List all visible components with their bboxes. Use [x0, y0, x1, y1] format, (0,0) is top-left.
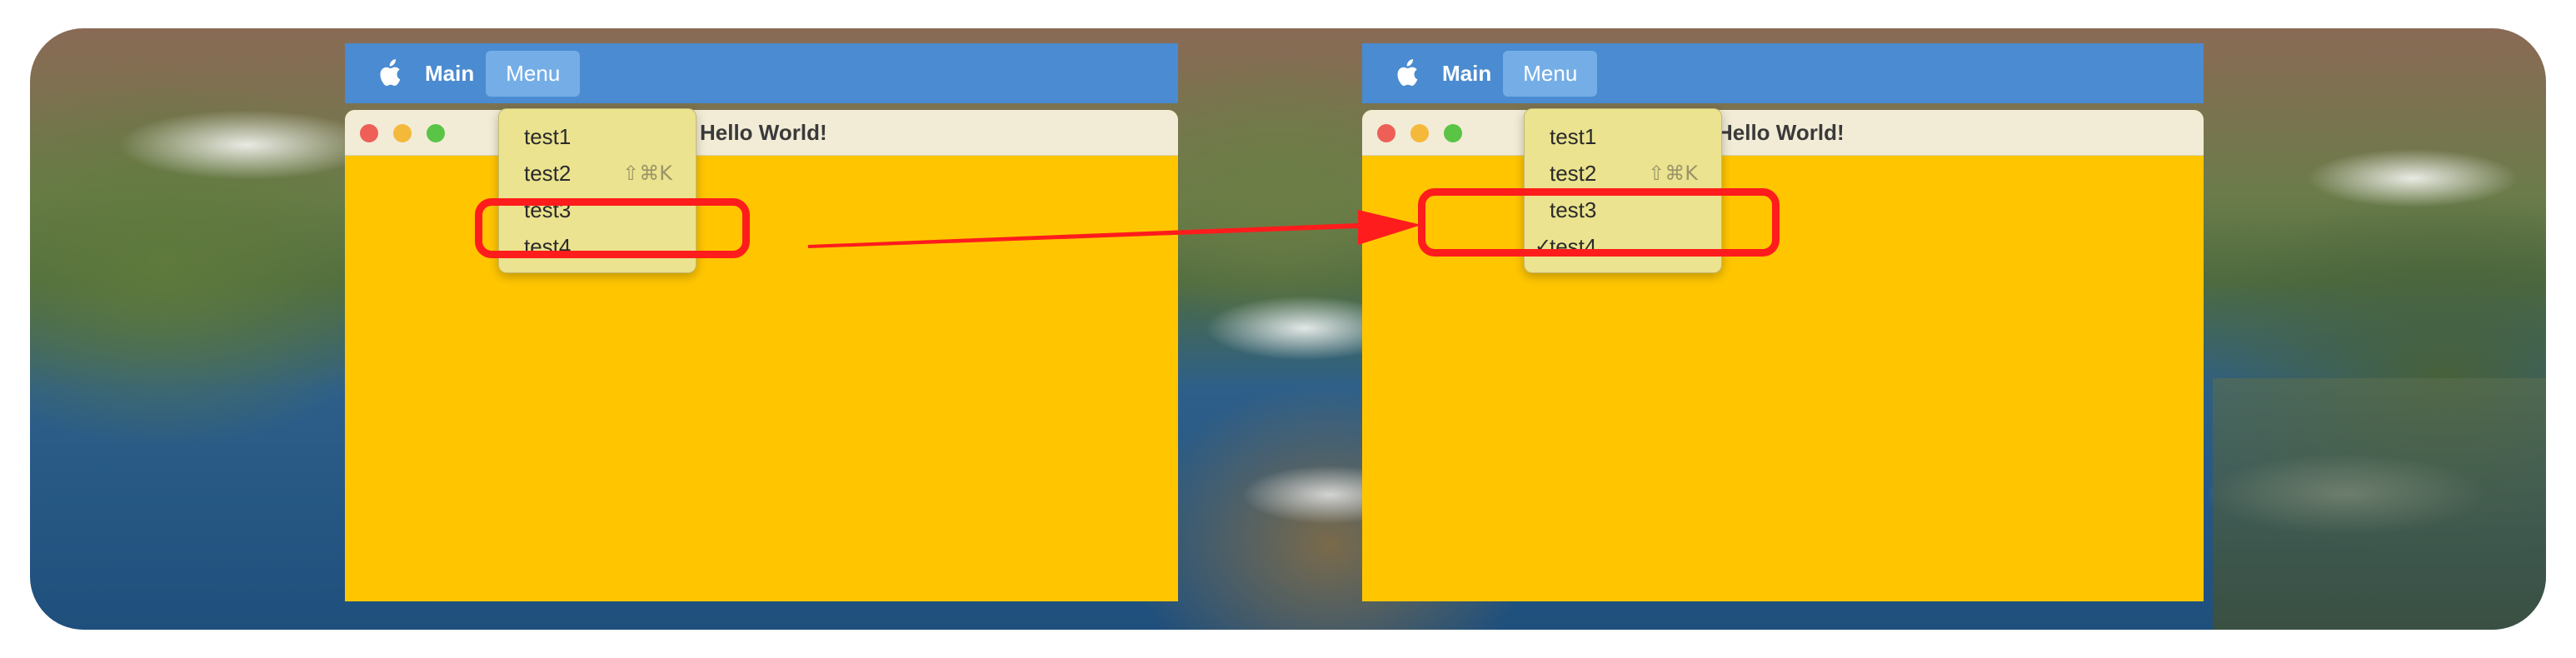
window-titlebar[interactable]: Hello World! [1362, 110, 2204, 156]
close-window-button[interactable] [1377, 124, 1395, 142]
menubar-menu-active[interactable]: Menu [486, 50, 581, 97]
window-title: Hello World! [700, 120, 827, 145]
menu-item-test2[interactable]: test2 ⇧⌘K [499, 154, 696, 191]
zoom-window-button[interactable] [1444, 124, 1462, 142]
minimize-window-button[interactable] [1410, 124, 1429, 142]
right-arrow-annotation [808, 210, 1421, 248]
highlight-box-after [1418, 188, 1780, 257]
menu-item-test1[interactable]: test1 [499, 117, 696, 154]
highlight-box-before [475, 198, 750, 258]
menubar-menu-active[interactable]: Menu [1503, 50, 1598, 97]
zoom-window-button[interactable] [427, 124, 445, 142]
window-titlebar[interactable]: Hello World! [345, 110, 1178, 156]
app-window: Hello World! [1362, 110, 2204, 601]
minimize-window-button[interactable] [393, 124, 412, 142]
menubar: Main Menu [345, 43, 1178, 103]
app-window: Hello World! [345, 110, 1178, 601]
menu-item-test1[interactable]: test1 [1525, 117, 1721, 154]
keyboard-shortcut: ⇧⌘K [1648, 162, 1698, 185]
menu-item-label: test1 [1550, 124, 1597, 149]
menu-item-label: test1 [524, 124, 572, 149]
app-panel-after: Main Menu Hello World! test1 test2 ⇧⌘K t… [1362, 43, 2204, 601]
close-window-button[interactable] [360, 124, 378, 142]
apple-logo-icon[interactable] [1394, 59, 1419, 87]
menu-item-test2[interactable]: test2 ⇧⌘K [1525, 154, 1721, 191]
menu-item-label: test2 [524, 161, 572, 186]
app-panel-before: Main Menu Hello World! test1 test2 ⇧⌘K t… [345, 43, 1178, 601]
menu-item-label: test2 [1550, 161, 1597, 186]
menubar: Main Menu [1362, 43, 2204, 103]
window-title: Hello World! [1717, 120, 1845, 145]
keyboard-shortcut: ⇧⌘K [622, 162, 672, 185]
wallpaper-coast [2213, 378, 2546, 630]
apple-logo-icon[interactable] [377, 59, 402, 87]
menubar-app-name[interactable]: Main [1442, 61, 1491, 87]
menubar-app-name[interactable]: Main [425, 61, 474, 87]
